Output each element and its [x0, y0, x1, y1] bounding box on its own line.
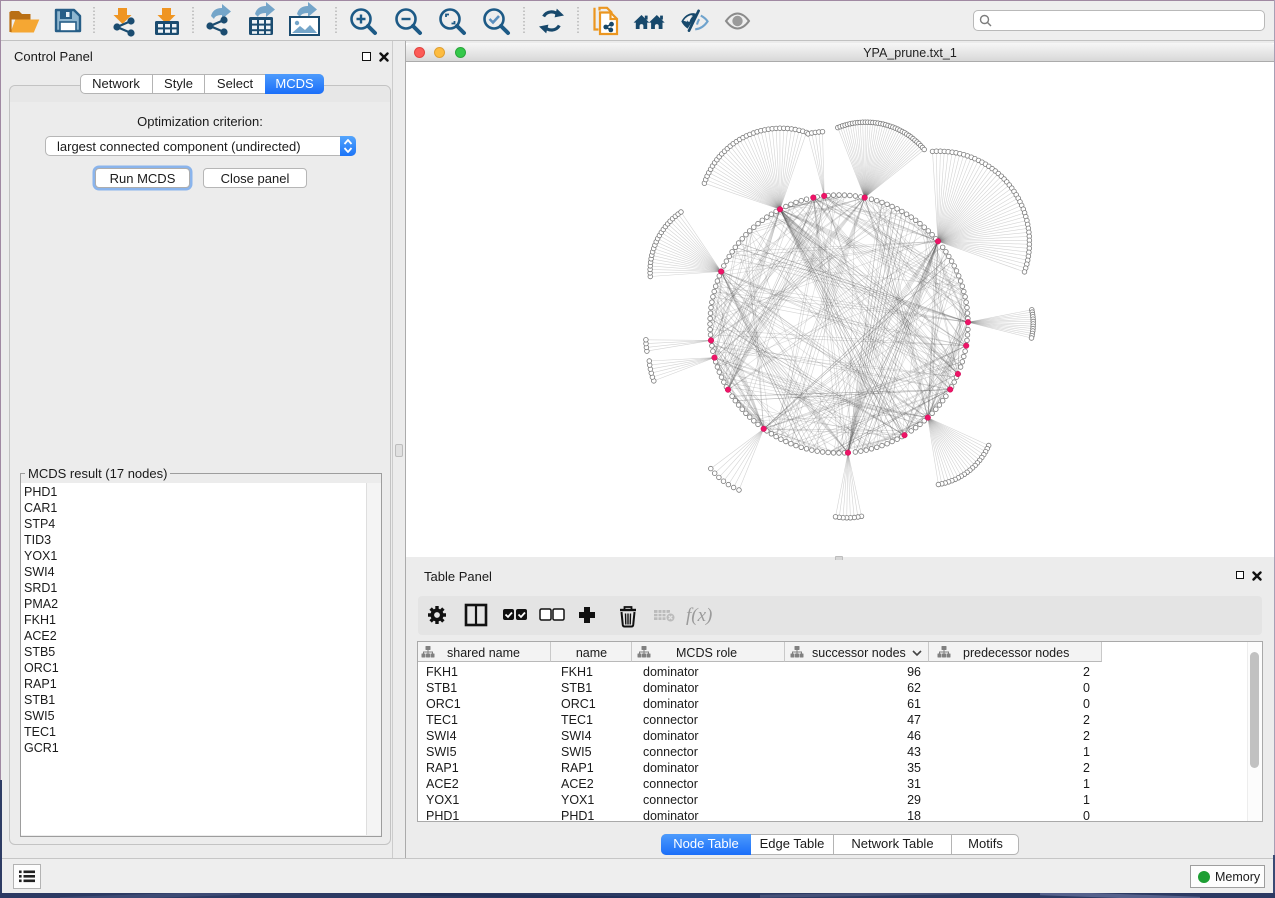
svg-text:f(x): f(x) — [686, 605, 712, 626]
